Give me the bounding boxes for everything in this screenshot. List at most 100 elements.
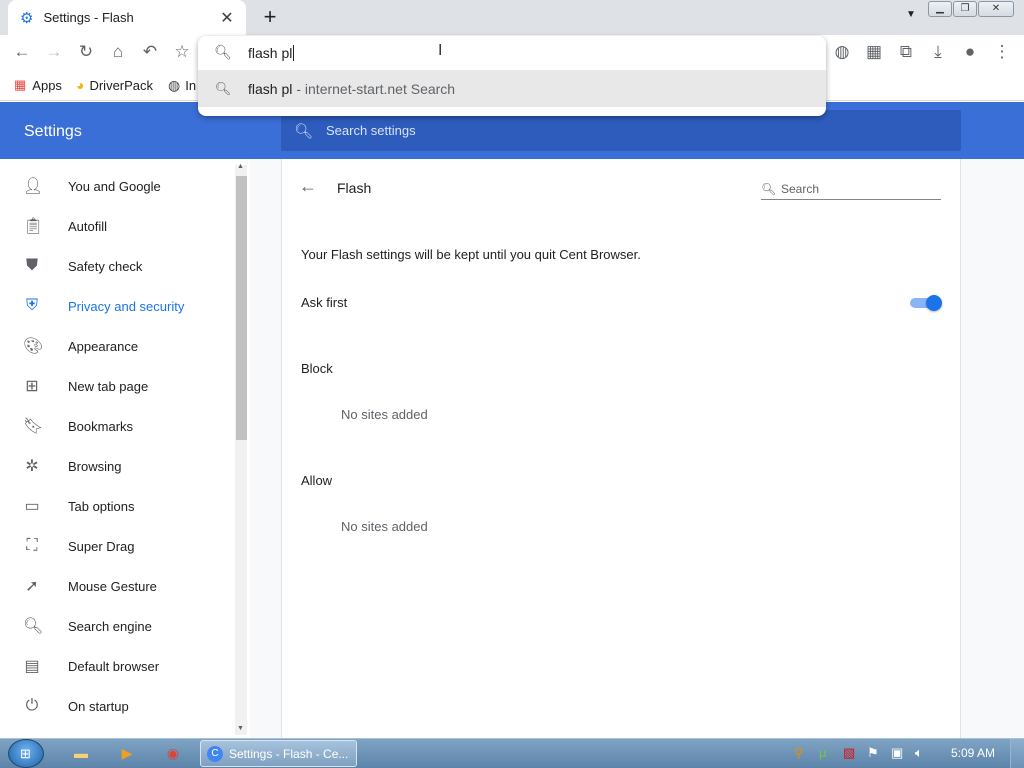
- page-search-input[interactable]: [781, 181, 931, 196]
- clipboard-icon: 📋︎: [23, 218, 44, 235]
- page-title: Flash: [337, 180, 372, 196]
- sidebar-item-new-tab-page[interactable]: ⊞ New tab page: [0, 366, 232, 406]
- sidebar-item-bookmarks[interactable]: 🔖︎ Bookmarks: [0, 406, 232, 446]
- cent-browser-icon: C: [207, 745, 223, 762]
- sidebar-item-appearance[interactable]: 🎨︎ Appearance: [0, 326, 232, 366]
- text-cursor-icon: I: [438, 42, 443, 59]
- block-empty-text: No sites added: [341, 407, 428, 422]
- search-icon: 🔍︎: [23, 618, 44, 635]
- tab-close-icon[interactable]: ✕: [218, 8, 236, 28]
- tray-key-icon[interactable]: ⚲: [794, 745, 804, 761]
- power-icon: ⏻: [25, 697, 39, 714]
- ask-first-toggle[interactable]: [909, 295, 942, 311]
- bookmark-icon: 🔖︎: [23, 418, 44, 435]
- show-desktop-button[interactable]: [1010, 739, 1024, 768]
- forward-icon[interactable]: →: [42, 41, 66, 63]
- bookmark-globe[interactable]: ◍ In: [168, 75, 196, 95]
- new-tab-icon: ⊞: [25, 378, 39, 395]
- media-player-icon[interactable]: ▶: [114, 742, 140, 764]
- sidebar-item-label: Mouse Gesture: [68, 578, 157, 594]
- browser-tab[interactable]: ⚙ Settings - Flash ✕: [8, 0, 246, 35]
- browsing-icon: ✲: [25, 458, 39, 475]
- back-icon[interactable]: ←: [10, 41, 34, 63]
- settings-search-bar[interactable]: 🔍︎: [281, 110, 961, 151]
- download-icon[interactable]: ⤓: [926, 41, 950, 63]
- globe-icon: ◍: [168, 76, 181, 93]
- sidebar-scrollbar-thumb[interactable]: [236, 176, 247, 440]
- search-icon: 🔍︎: [214, 44, 232, 60]
- profile-avatar-icon[interactable]: ●: [958, 41, 982, 63]
- sidebar-item-privacy-and-security[interactable]: ⛨ Privacy and security: [0, 286, 232, 326]
- sidebar-item-search-engine[interactable]: 🔍︎ Search engine: [0, 606, 232, 646]
- minimize-button[interactable]: ▁: [928, 1, 952, 17]
- sidebar-item-autofill[interactable]: 📋︎ Autofill: [0, 206, 232, 246]
- extension-globe-icon[interactable]: ◍: [830, 41, 854, 63]
- omnibox-input[interactable]: flash pl: [248, 44, 295, 61]
- sidebar-item-label: You and Google: [68, 178, 161, 194]
- new-tab-button[interactable]: +: [258, 4, 282, 30]
- extension-grid-icon[interactable]: ▦: [862, 41, 886, 63]
- sidebar-item-safety-check[interactable]: ⛊ Safety check: [0, 246, 232, 286]
- tray-volume-icon[interactable]: 🔈︎: [915, 745, 923, 761]
- menu-kebab-icon[interactable]: ⋮: [990, 41, 1014, 63]
- close-window-button[interactable]: ✕: [978, 1, 1014, 17]
- sidebar-item-default-browser[interactable]: ▤ Default browser: [0, 646, 232, 686]
- sidebar-item-browsing[interactable]: ✲ Browsing: [0, 446, 232, 486]
- bookmark-label: In: [185, 77, 197, 93]
- sidebar-item-label: Tab options: [68, 498, 135, 514]
- palette-icon: 🎨︎: [23, 338, 44, 355]
- search-icon: 🔍︎: [293, 122, 314, 140]
- flash-settings-card: [281, 159, 961, 738]
- tab-search-dropdown-icon[interactable]: ▼: [906, 9, 916, 20]
- suggestion-query: flash pl: [248, 80, 293, 97]
- reload-icon[interactable]: ↻: [74, 41, 98, 63]
- settings-gear-icon: ⚙: [20, 9, 34, 27]
- sidebar-item-tab-options[interactable]: ▭ Tab options: [0, 486, 232, 526]
- sidebar-item-label: Safety check: [68, 258, 143, 274]
- start-button[interactable]: ⊞: [8, 739, 44, 768]
- taskbar-clock[interactable]: 5:09 AM: [951, 746, 995, 760]
- settings-search-input[interactable]: [326, 123, 726, 138]
- apps-grid-icon: ▦: [14, 77, 27, 92]
- windows-logo-icon: ⊞: [20, 746, 31, 761]
- bookmark-apps[interactable]: ▦ Apps: [14, 75, 62, 95]
- sidebar-item-super-drag[interactable]: ⛶ Super Drag: [0, 526, 232, 566]
- suggestion-source: - internet-start.net Search: [296, 80, 456, 97]
- bookmark-star-icon[interactable]: ☆: [170, 41, 194, 63]
- allow-section-header: Allow: [301, 473, 333, 488]
- sidebar-item-you-and-google[interactable]: 👤︎ You and Google: [0, 166, 232, 206]
- settings-sidebar: 👤︎ You and Google 📋︎ Autofill ⛊ Safety c…: [0, 159, 250, 738]
- search-icon: 🔍︎: [214, 80, 232, 96]
- tray-network-icon[interactable]: ▣: [891, 745, 903, 761]
- sidebar-item-on-startup[interactable]: ⏻ On startup: [0, 686, 232, 726]
- omnibox-suggestion[interactable]: 🔍︎ flash pl - internet-start.net Search: [198, 70, 826, 107]
- tray-flag-icon[interactable]: ⚑: [867, 745, 879, 761]
- taskbar-active-window[interactable]: C Settings - Flash - Ce...: [200, 740, 357, 767]
- sidebar-item-mouse-gesture[interactable]: ➚ Mouse Gesture: [0, 566, 232, 606]
- sidebar-item-label: Autofill: [68, 218, 108, 234]
- restore-button[interactable]: ❐: [953, 1, 977, 17]
- omnibox-input-row[interactable]: 🔍︎ flash pl I: [198, 36, 826, 69]
- drag-icon: ⛶: [26, 537, 38, 554]
- omnibox-popup: 🔍︎ flash pl I 🔍︎ flash pl - internet-sta…: [198, 36, 826, 116]
- home-icon[interactable]: ⌂: [106, 41, 130, 63]
- file-explorer-icon[interactable]: ▬: [68, 742, 94, 764]
- cursor-icon: ➚: [25, 578, 39, 595]
- scroll-up-icon[interactable]: ▲: [237, 163, 244, 170]
- sidebar-item-label: Browsing: [68, 458, 122, 474]
- toggle-knob: [926, 295, 942, 311]
- browser-icon: ▤: [24, 658, 40, 675]
- person-icon: 👤︎: [23, 178, 44, 195]
- undo-close-tab-icon[interactable]: ↶: [138, 41, 162, 63]
- crop-icon[interactable]: ⧉: [894, 41, 918, 63]
- back-arrow-icon[interactable]: ←: [299, 176, 317, 197]
- chrome-icon[interactable]: ◉: [160, 742, 186, 764]
- scroll-down-icon[interactable]: ▼: [237, 725, 244, 732]
- tray-utorrent-icon[interactable]: µ: [819, 745, 827, 760]
- sidebar-item-label: Search engine: [68, 618, 152, 634]
- bookmark-driverpack[interactable]: ◕ DriverPack: [76, 75, 153, 95]
- sidebar-item-label: New tab page: [68, 378, 149, 394]
- page-search[interactable]: 🔍︎: [761, 178, 941, 200]
- shield-check-icon: ⛊: [25, 257, 38, 274]
- tray-antivirus-icon[interactable]: ▧: [843, 745, 855, 761]
